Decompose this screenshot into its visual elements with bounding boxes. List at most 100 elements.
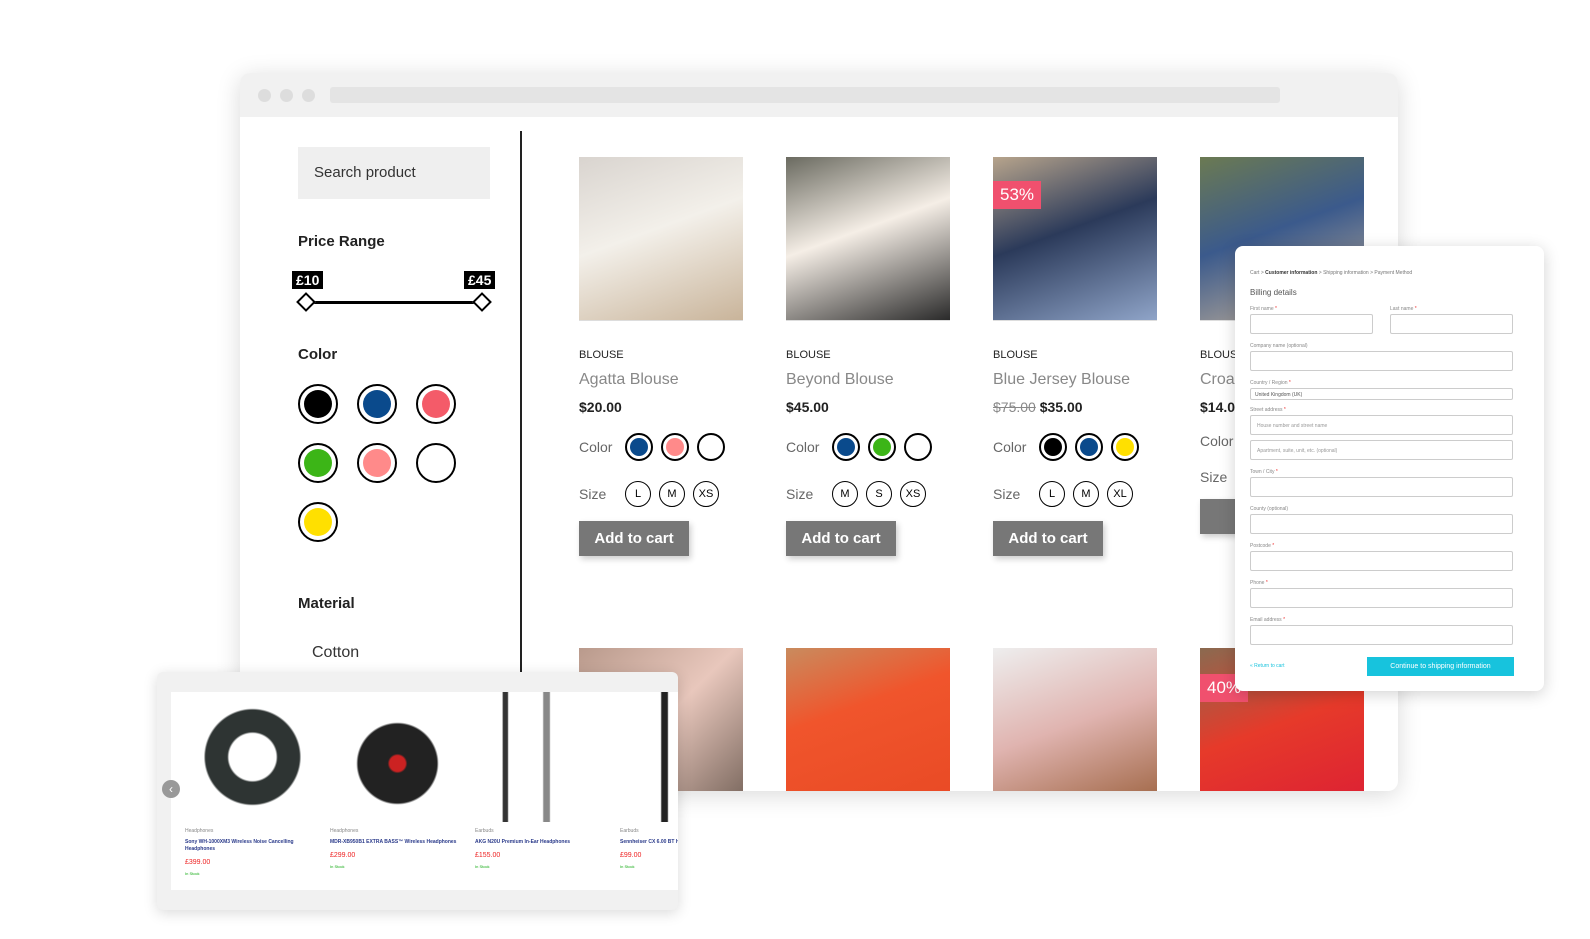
headphone-image[interactable] — [185, 692, 320, 822]
county-field[interactable] — [1250, 514, 1513, 534]
headphone-name[interactable]: Sennheiser CX 6.00 BT Headphones — [620, 839, 678, 846]
product-name[interactable]: Blue Jersey Blouse — [993, 371, 1157, 389]
size-option[interactable]: M — [832, 481, 858, 507]
last-name-label: Last name * — [1390, 306, 1417, 312]
last-name-field[interactable] — [1390, 314, 1513, 334]
color-option[interactable] — [1111, 433, 1139, 461]
phone-label: Phone * — [1250, 580, 1268, 586]
billing-title: Billing details — [1250, 288, 1297, 297]
street-label: Street address * — [1250, 407, 1286, 413]
color-label: Color — [786, 439, 820, 455]
price-min-label: £10 — [292, 271, 324, 289]
window-dot[interactable] — [280, 89, 293, 102]
headphone-image[interactable] — [330, 692, 465, 822]
breadcrumb-shipping[interactable]: Shipping information — [1323, 270, 1369, 276]
product-image[interactable] — [786, 157, 950, 321]
color-filter-swatch[interactable] — [298, 443, 338, 483]
price-slider-min-handle[interactable] — [296, 292, 316, 312]
product-image[interactable]: 53% — [993, 157, 1157, 321]
product-category: BLOUSE — [993, 349, 1038, 361]
size-label: Size — [1200, 469, 1228, 485]
size-options: Size M S XS — [786, 481, 950, 507]
product-category: BLOUSE — [579, 349, 624, 361]
product-image[interactable] — [579, 157, 743, 321]
price-max-label: £45 — [464, 271, 496, 289]
color-label: Color — [579, 439, 613, 455]
size-option[interactable]: XS — [693, 481, 719, 507]
stock-status: In Stock — [185, 871, 200, 876]
headphone-name[interactable]: Sony WH-1000XM3 Wireless Noise Cancellin… — [185, 839, 320, 853]
size-option[interactable]: M — [1073, 481, 1099, 507]
color-option[interactable] — [868, 433, 896, 461]
size-label: Size — [579, 486, 607, 502]
company-field[interactable] — [1250, 351, 1513, 371]
window-dot[interactable] — [302, 89, 315, 102]
price-slider-max-handle[interactable] — [472, 292, 492, 312]
continue-shipping-button[interactable]: Continue to shipping information — [1367, 657, 1514, 676]
size-label: Size — [786, 486, 814, 502]
street-field-1[interactable]: House number and street name — [1250, 415, 1513, 435]
size-options: Size L M XS — [579, 481, 743, 507]
size-option[interactable]: S — [866, 481, 892, 507]
color-filter-swatch[interactable] — [357, 443, 397, 483]
headphone-image[interactable] — [620, 692, 678, 822]
breadcrumb-cart[interactable]: Cart — [1250, 270, 1259, 276]
product-name[interactable]: Agatta Blouse — [579, 371, 743, 389]
color-filter-swatch[interactable] — [416, 443, 456, 483]
product-image[interactable] — [786, 648, 950, 791]
add-to-cart-button[interactable]: Add to cart — [579, 521, 689, 556]
add-to-cart-button[interactable]: Add to cart — [786, 521, 896, 556]
address-bar[interactable] — [330, 87, 1280, 103]
color-option[interactable] — [697, 433, 725, 461]
headphone-card: Headphones Sony WH-1000XM3 Wireless Noise… — [185, 692, 320, 876]
headphone-image[interactable] — [475, 692, 610, 822]
size-option[interactable]: XS — [900, 481, 926, 507]
headphone-card: Earbuds AKG N20U Premium In-Ear Headphone… — [475, 692, 610, 869]
color-option[interactable] — [661, 433, 689, 461]
size-option[interactable]: M — [659, 481, 685, 507]
phone-field[interactable] — [1250, 588, 1513, 608]
town-field[interactable] — [1250, 477, 1513, 497]
color-filter-swatch[interactable] — [357, 384, 397, 424]
color-option[interactable] — [1075, 433, 1103, 461]
color-option[interactable] — [625, 433, 653, 461]
headphone-category: Headphones — [185, 828, 214, 834]
email-field[interactable] — [1250, 625, 1513, 645]
product-card: 53% BLOUSE Blue Jersey Blouse $75.00 $35.00… — [993, 157, 1157, 556]
size-option[interactable]: L — [1039, 481, 1065, 507]
window-dot[interactable] — [258, 89, 271, 102]
color-label: Color — [1200, 433, 1234, 449]
color-filter-swatch[interactable] — [298, 502, 338, 542]
color-filter-swatch[interactable] — [416, 384, 456, 424]
headphone-card: Earbuds Sennheiser CX 6.00 BT Headphones £… — [620, 692, 678, 869]
headphone-name[interactable]: MDR-XB950B1 EXTRA BASS™ Wireless Headpho… — [330, 839, 465, 846]
return-to-cart-link[interactable]: « Return to cart — [1250, 663, 1284, 669]
country-label: Country / Region * — [1250, 380, 1291, 386]
headphone-name[interactable]: AKG N20U Premium In-Ear Headphones — [475, 839, 610, 846]
discount-badge: 53% — [993, 181, 1042, 209]
headphone-card: Headphones MDR-XB950B1 EXTRA BASS™ Wirele… — [330, 692, 465, 869]
add-to-cart-button[interactable]: Add to cart — [993, 521, 1103, 556]
first-name-field[interactable] — [1250, 314, 1373, 334]
size-option[interactable]: L — [625, 481, 651, 507]
color-option[interactable] — [1039, 433, 1067, 461]
country-select[interactable]: United Kingdom (UK) — [1250, 388, 1513, 400]
title-bar — [240, 73, 1398, 117]
color-option[interactable] — [904, 433, 932, 461]
color-option[interactable] — [832, 433, 860, 461]
product-image[interactable] — [993, 648, 1157, 791]
search-input[interactable]: Search product — [298, 147, 490, 199]
product-price: $75.00 $35.00 — [993, 399, 1083, 415]
street-field-2[interactable]: Apartment, suite, unit, etc. (optional) — [1250, 440, 1513, 460]
company-label: Company name (optional) — [1250, 343, 1308, 349]
breadcrumb-payment[interactable]: Payment Method — [1374, 270, 1412, 276]
headphone-category: Headphones — [330, 828, 359, 834]
carousel-prev-button[interactable]: ‹ — [162, 780, 180, 798]
breadcrumb-customer-info[interactable]: Customer information — [1265, 270, 1317, 276]
price-slider-track[interactable] — [306, 301, 482, 304]
size-option[interactable]: XL — [1107, 481, 1133, 507]
postcode-field[interactable] — [1250, 551, 1513, 571]
color-filter-swatch[interactable] — [298, 384, 338, 424]
product-name[interactable]: Beyond Blouse — [786, 371, 950, 389]
material-option-cotton[interactable]: Cotton — [312, 644, 359, 662]
